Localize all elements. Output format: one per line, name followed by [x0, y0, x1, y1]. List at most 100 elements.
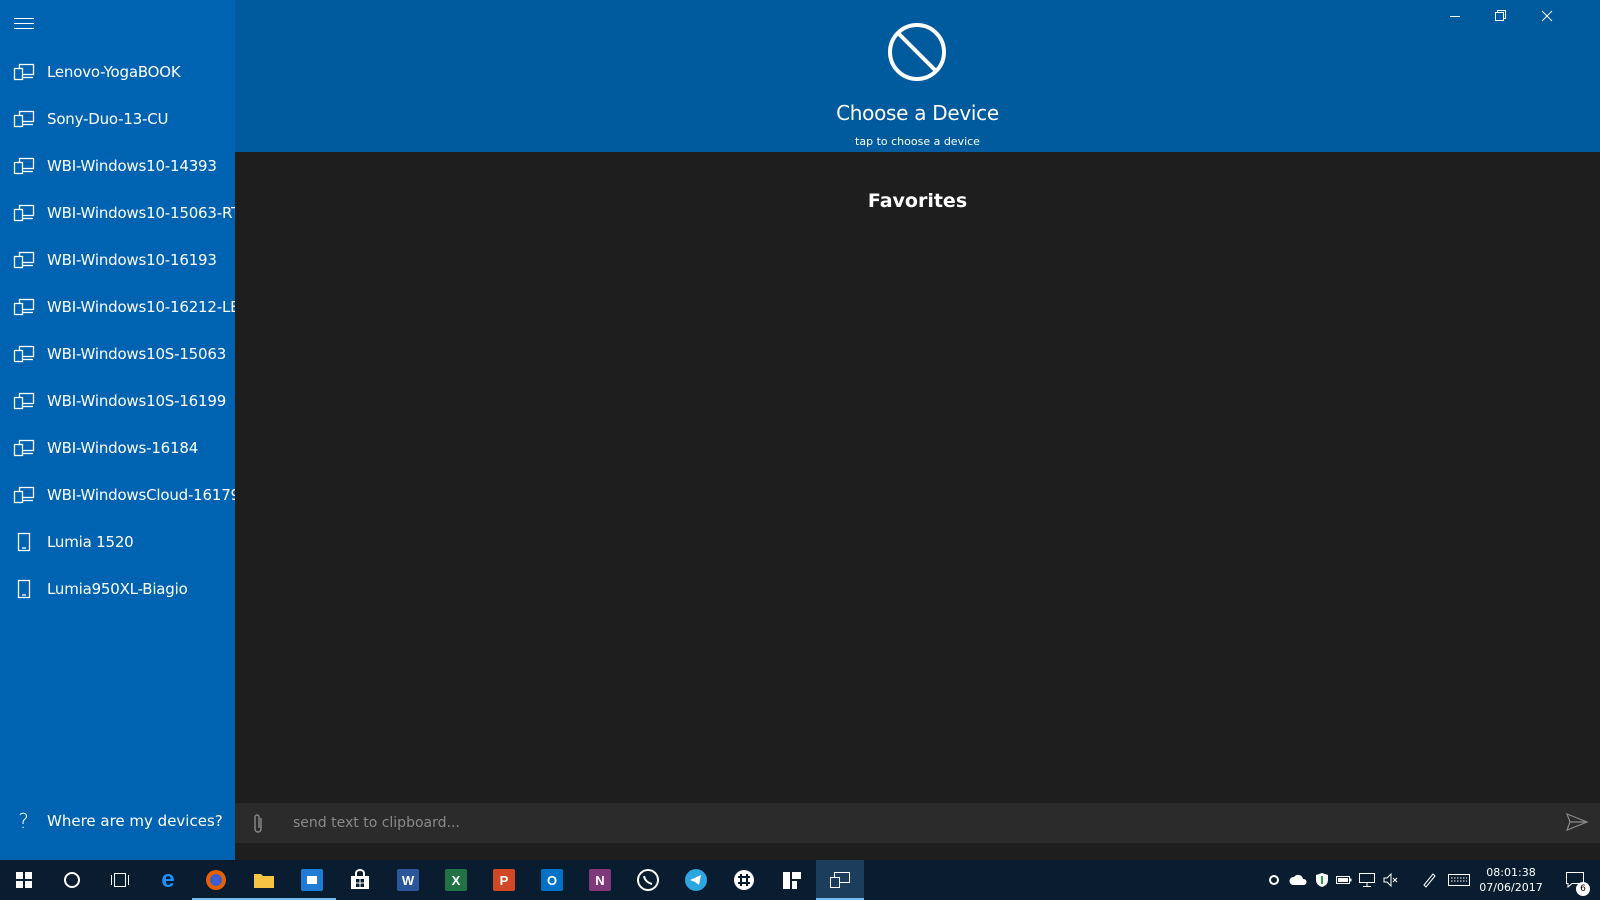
where-are-my-devices-button[interactable]: ? Where are my devices? — [0, 797, 235, 844]
pc-icon — [0, 157, 47, 175]
slack-app[interactable] — [720, 860, 768, 900]
favorites-panel: Favorites — [235, 152, 1600, 803]
phone-icon — [0, 579, 47, 599]
device-item[interactable]: Lenovo-YogaBOOK — [0, 48, 235, 95]
notification-badge: 6 — [1576, 882, 1590, 896]
volume-tray[interactable] — [1380, 860, 1402, 900]
clipboard-text-input[interactable] — [285, 809, 1501, 837]
device-label: WBI-Windows10S-15063 — [47, 344, 227, 363]
device-item[interactable]: WBI-WindowsCloud-16179 — [0, 471, 235, 518]
cortana-circle-icon — [64, 872, 80, 888]
excel-icon: X — [445, 869, 467, 891]
restore-button[interactable] — [1478, 0, 1524, 32]
restore-icon — [1495, 10, 1506, 21]
slack-icon — [734, 870, 754, 890]
device-item[interactable]: Lumia950XL-Biagio — [0, 565, 235, 612]
file-explorer-app[interactable] — [240, 860, 288, 900]
device-item[interactable]: WBI-Windows10-16193 — [0, 236, 235, 283]
battery-tray[interactable] — [1334, 860, 1354, 900]
help-label: Where are my devices? — [47, 811, 223, 830]
device-item[interactable]: WBI-Windows10-14393 — [0, 142, 235, 189]
whatsapp-app[interactable] — [624, 860, 672, 900]
device-label: WBI-Windows-16184 — [47, 438, 199, 457]
device-item[interactable]: WBI-Windows10-16212-LEAK — [0, 283, 235, 330]
choose-device-button[interactable]: Choose a Device tap to choose a device — [235, 0, 1600, 152]
battery-icon — [1336, 876, 1352, 884]
hamburger-menu-button[interactable] — [14, 16, 34, 32]
cloud-icon — [1289, 874, 1307, 885]
cortana-button[interactable] — [48, 860, 96, 900]
minimize-icon — [1450, 16, 1460, 17]
onenote-app[interactable]: N — [576, 860, 624, 900]
edge-app[interactable]: e — [144, 860, 192, 900]
device-list: Lenovo-YogaBOOK Sony-Duo-13-CU WBI-Windows… — [0, 48, 235, 612]
header: Choose a Device tap to choose a device — [235, 0, 1600, 152]
keyboard-icon — [1448, 874, 1470, 886]
device-label: Lenovo-YogaBOOK — [47, 62, 181, 81]
word-app[interactable]: W — [384, 860, 432, 900]
device-label: WBI-Windows10S-16199 — [47, 391, 227, 410]
word-icon: W — [397, 869, 419, 891]
powerpoint-app[interactable]: P — [480, 860, 528, 900]
device-label: Sony-Duo-13-CU — [47, 109, 169, 128]
excel-app[interactable]: X — [432, 860, 480, 900]
tray-app-icon[interactable] — [1264, 860, 1284, 900]
device-item[interactable]: WBI-Windows10-15063-RTM — [0, 189, 235, 236]
device-item[interactable]: WBI-Windows-16184 — [0, 424, 235, 471]
taskbar: e W X P O N 08:01:38 07/06/2017 6 — [0, 860, 1600, 900]
task-view-icon — [111, 873, 129, 887]
device-item[interactable]: Lumia 1520 — [0, 518, 235, 565]
pen-icon — [1423, 873, 1436, 888]
file-manager-app[interactable] — [288, 860, 336, 900]
attach-icon[interactable] — [249, 813, 269, 835]
clock[interactable]: 08:01:38 07/06/2017 — [1470, 860, 1552, 900]
store-bag-icon — [351, 869, 369, 889]
flipboard-icon — [783, 872, 801, 889]
device-item[interactable]: WBI-Windows10S-16199 — [0, 377, 235, 424]
onedrive-tray[interactable] — [1286, 860, 1310, 900]
pc-icon — [0, 251, 47, 269]
onenote-icon: N — [589, 869, 611, 891]
telegram-icon — [685, 869, 707, 891]
pc-icon — [0, 392, 47, 410]
start-button[interactable] — [0, 860, 48, 900]
firefox-app[interactable] — [192, 860, 240, 900]
sidebar: Lenovo-YogaBOOK Sony-Duo-13-CU WBI-Windows… — [0, 0, 235, 860]
minimize-button[interactable] — [1432, 0, 1478, 32]
files-icon — [301, 869, 323, 891]
pc-icon — [0, 486, 47, 504]
action-center-button[interactable]: 6 — [1555, 860, 1595, 900]
phone-icon — [0, 532, 47, 552]
device-label: WBI-Windows10-16193 — [47, 250, 217, 269]
device-label: Lumia950XL-Biagio — [47, 579, 188, 598]
clock-time: 08:01:38 — [1486, 866, 1536, 879]
powerpoint-icon: P — [493, 869, 515, 891]
device-item[interactable]: Sony-Duo-13-CU — [0, 95, 235, 142]
pc-icon — [0, 439, 47, 457]
security-tray[interactable] — [1312, 860, 1332, 900]
shield-icon — [1316, 873, 1328, 887]
device-label: Lumia 1520 — [47, 532, 134, 551]
network-tray[interactable] — [1356, 860, 1378, 900]
task-view-button[interactable] — [96, 860, 144, 900]
outlook-icon: O — [541, 869, 563, 891]
close-icon — [1541, 10, 1553, 22]
store-app[interactable] — [336, 860, 384, 900]
question-icon: ? — [18, 808, 29, 833]
connect-app[interactable] — [816, 860, 864, 900]
clipboard-bar — [235, 803, 1600, 843]
keyboard-tray[interactable] — [1446, 860, 1472, 900]
device-item[interactable]: WBI-Windows10S-15063 — [0, 330, 235, 377]
whatsapp-icon — [637, 869, 659, 891]
pen-tray[interactable] — [1418, 860, 1440, 900]
pc-icon — [0, 63, 47, 81]
gear-icon — [1269, 875, 1279, 885]
send-icon[interactable] — [1566, 813, 1588, 831]
flipboard-app[interactable] — [768, 860, 816, 900]
close-button[interactable] — [1524, 0, 1570, 32]
outlook-app[interactable]: O — [528, 860, 576, 900]
telegram-app[interactable] — [672, 860, 720, 900]
favorites-heading: Favorites — [867, 190, 968, 212]
device-label: WBI-Windows10-15063-RTM — [47, 203, 235, 222]
folder-icon — [254, 874, 274, 888]
